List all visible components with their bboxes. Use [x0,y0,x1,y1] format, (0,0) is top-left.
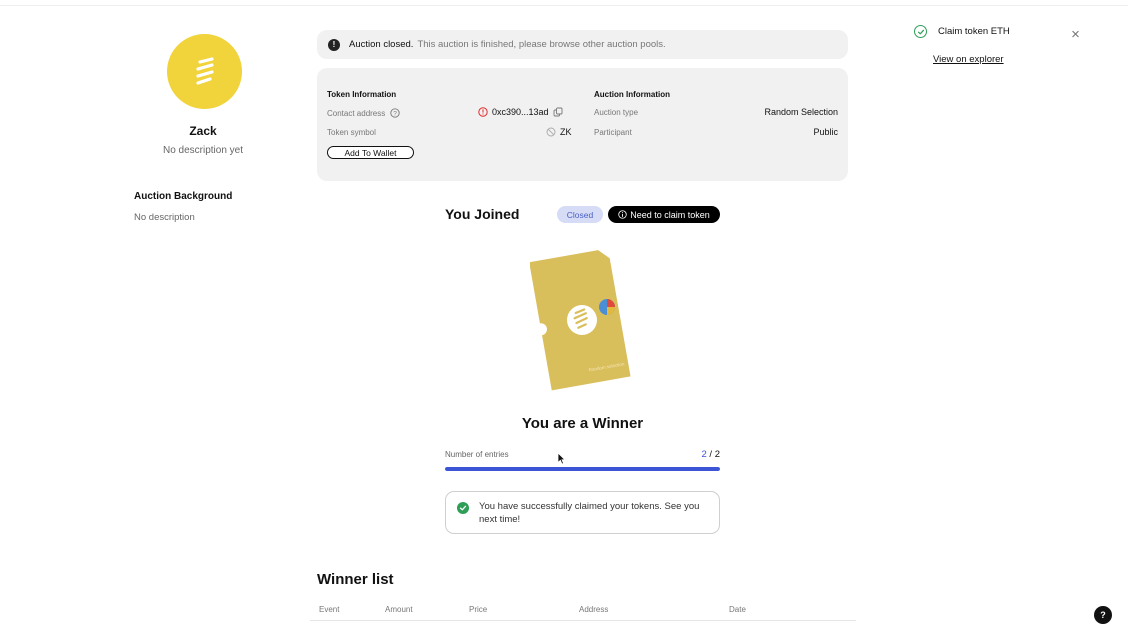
auction-information-title: Auction Information [594,90,670,99]
entries-current: 2 [701,449,707,460]
profile-name: Zack [189,124,217,138]
success-message: You have successfully claimed your token… [479,501,700,525]
winner-title: You are a Winner [521,415,644,432]
entries-progress-fill [445,467,720,471]
eth-pie-icon [599,299,615,315]
check-circle-icon [914,25,927,38]
profile-description: No description yet [162,145,244,156]
contract-address-value: 0xc390...13ad [478,107,563,117]
status-badge: Closed [557,206,603,223]
participant-label: Participant [594,128,632,137]
close-icon[interactable]: × [1069,27,1082,42]
mouse-cursor-icon [557,452,566,465]
success-message-box: You have successfully claimed your token… [445,491,720,534]
check-circle-icon [457,502,469,514]
avatar [167,34,242,109]
entries-separator: / [709,449,713,460]
token-placeholder-icon [546,127,556,137]
info-card: Token Information Contact address ? 0xc3… [317,68,848,181]
column-header-amount: Amount [385,605,413,614]
top-divider [0,5,1128,6]
column-header-price: Price [469,605,488,614]
claim-token-badge[interactable]: Need to claim token [608,206,720,223]
auction-background-description: No description [134,212,195,223]
contract-address-label: Contact address ? [327,108,400,118]
ticket-illustration: Random selection [529,246,635,394]
brand-logo-icon [195,56,214,85]
entries-total: 2 [714,449,720,460]
entries-label: Number of entries [445,450,509,459]
exclamation-icon: ! [328,38,340,51]
you-joined-title: You Joined [445,206,520,222]
info-icon [618,210,627,219]
column-header-address: Address [579,605,609,614]
winner-list-title: Winner list [317,571,394,588]
participant-value: Public [813,127,838,137]
help-button[interactable]: ? [1094,606,1112,624]
view-on-explorer-link[interactable]: View on explorer [933,54,1004,65]
toast-title: Claim token ETH [938,26,1010,37]
table-header-divider [310,620,856,621]
warning-icon [478,107,488,117]
auction-type-label: Auction type [594,108,639,117]
add-to-wallet-button[interactable]: Add To Wallet [327,146,414,159]
copy-icon[interactable] [553,107,563,117]
token-symbol-label: Token symbol [327,128,376,137]
alert-title: Auction closed. [349,39,414,50]
column-header-event: Event [319,605,340,614]
svg-text:?: ? [393,110,397,117]
auction-background-title: Auction Background [134,191,233,202]
auction-closed-alert: ! Auction closed. This auction is finish… [317,30,848,59]
entries-progress-bar [445,467,720,471]
token-information-title: Token Information [327,90,397,99]
entries-count: 2 / 2 [680,449,720,460]
token-symbol-value: ZK [546,127,572,137]
auction-type-value: Random Selection [764,107,838,117]
alert-message: This auction is finished, please browse … [417,39,666,50]
column-header-date: Date [729,605,746,614]
help-circle-icon[interactable]: ? [389,108,400,118]
